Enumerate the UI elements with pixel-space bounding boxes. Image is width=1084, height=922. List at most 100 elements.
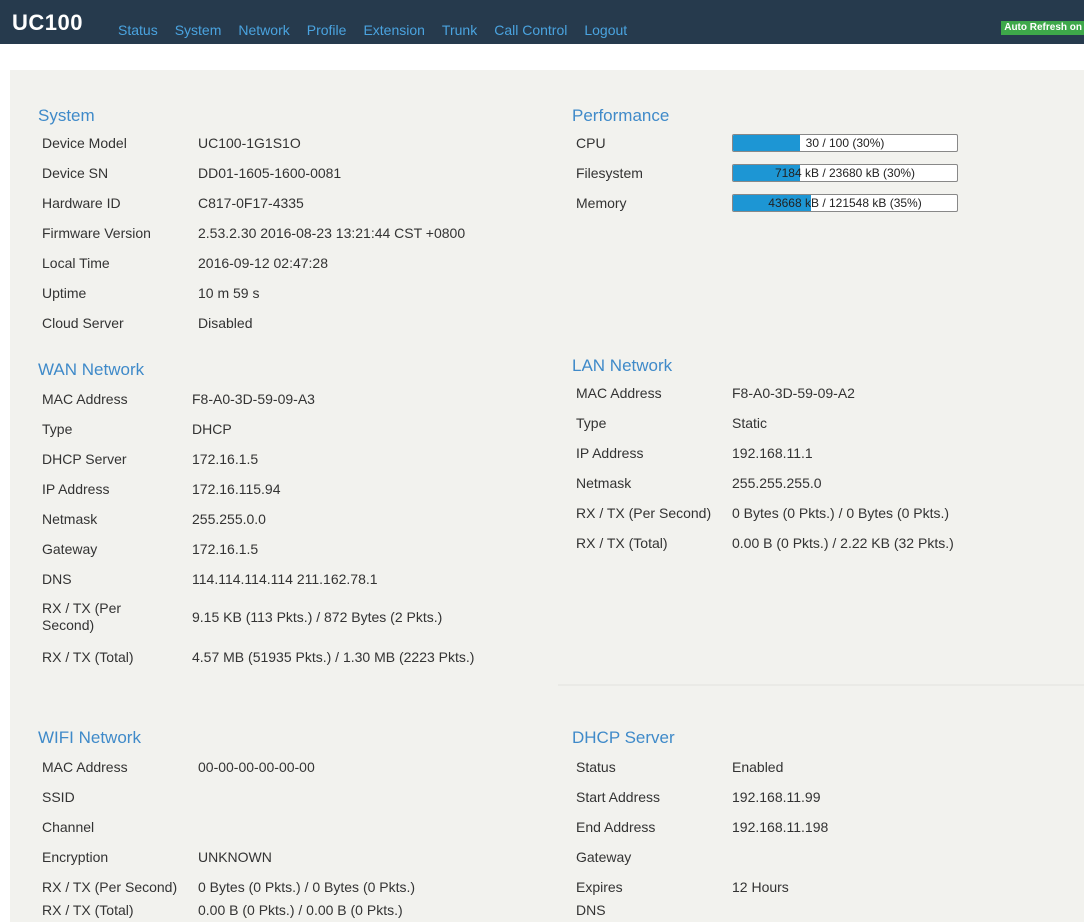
- nav-system[interactable]: System: [175, 22, 222, 38]
- lan-row: RX / TX (Per Second) 0 Bytes (0 Pkts.) /…: [576, 498, 1076, 528]
- performance-title: Performance: [572, 106, 670, 125]
- row-label: Cloud Server: [42, 315, 124, 331]
- row-label: RX / TX (Total): [576, 535, 668, 551]
- wan-row: RX / TX (Total) 4.57 MB (51935 Pkts.) / …: [42, 642, 552, 672]
- progress-text: 43668 kB / 121548 kB (35%): [768, 196, 922, 210]
- row-label: Netmask: [576, 475, 632, 491]
- wan-row: Gateway 172.16.1.5: [42, 534, 552, 564]
- row-value: DHCP: [192, 421, 232, 437]
- wifi-row: Encryption UNKNOWN: [42, 842, 552, 872]
- wifi-row: SSID: [42, 782, 552, 812]
- row-label: Hardware ID: [42, 195, 121, 211]
- row-label: End Address: [576, 819, 656, 835]
- wifi-panel: WIFI Network MAC Address 00-00-00-00-00-…: [38, 722, 558, 922]
- row-value: UNKNOWN: [198, 849, 272, 865]
- row-label: IP Address: [42, 481, 110, 497]
- row-value: DD01-1605-1600-0081: [198, 165, 342, 181]
- dhcp-row: Gateway: [576, 842, 1076, 872]
- system-row: Device Model UC100-1G1S1O: [42, 128, 552, 158]
- wan-row: MAC Address F8-A0-3D-59-09-A3: [42, 384, 552, 414]
- row-label: MAC Address: [576, 385, 662, 401]
- row-label: DNS: [576, 902, 606, 918]
- nav-logout[interactable]: Logout: [584, 22, 627, 38]
- nav-extension[interactable]: Extension: [363, 22, 424, 38]
- row-value: 114.114.114.114 211.162.78.1: [192, 571, 378, 587]
- row-value: 172.16.1.5: [192, 541, 259, 557]
- dhcp-row: End Address 192.168.11.198: [576, 812, 1076, 842]
- cpu-progress-bar: 30 / 100 (30%): [732, 134, 958, 152]
- wan-panel: WAN Network MAC Address F8-A0-3D-59-09-A…: [38, 354, 558, 684]
- nav-trunk[interactable]: Trunk: [442, 22, 477, 38]
- dhcp-panel: DHCP Server Status Enabled Start Address…: [572, 722, 1084, 922]
- row-label: Channel: [42, 819, 95, 835]
- row-label: Status: [576, 759, 616, 775]
- lan-row: RX / TX (Total) 0.00 B (0 Pkts.) / 2.22 …: [576, 528, 1076, 558]
- top-navbar: UC100 Status System Network Profile Exte…: [0, 0, 1084, 44]
- status-content: System Device Model UC100-1G1S1O Device …: [10, 70, 1084, 922]
- row-value: 255.255.255.0: [732, 475, 822, 491]
- row-label: Type: [576, 415, 607, 431]
- row-value: 2.53.2.30 2016-08-23 13:21:44 CST +0800: [198, 225, 466, 241]
- row-label: Local Time: [42, 255, 110, 271]
- row-label: Type: [42, 421, 73, 437]
- row-value: F8-A0-3D-59-09-A3: [192, 391, 315, 407]
- nav-profile[interactable]: Profile: [307, 22, 347, 38]
- system-row: Firmware Version 2.53.2.30 2016-08-23 13…: [42, 218, 552, 248]
- wifi-row: MAC Address 00-00-00-00-00-00: [42, 752, 552, 782]
- brand-logo[interactable]: UC100: [12, 10, 83, 36]
- row-label: Encryption: [42, 849, 109, 865]
- row-value: 0.00 B (0 Pkts.) / 2.22 KB (32 Pkts.): [732, 535, 954, 551]
- wan-row: Type DHCP: [42, 414, 552, 444]
- row-label: Start Address: [576, 789, 661, 805]
- right-lower-divider: [558, 684, 1084, 686]
- wan-row: IP Address 172.16.115.94: [42, 474, 552, 504]
- row-value: 4.57 MB (51935 Pkts.) / 1.30 MB (2223 Pk…: [192, 649, 475, 665]
- lan-row: Netmask 255.255.255.0: [576, 468, 1076, 498]
- nav-status[interactable]: Status: [118, 22, 158, 38]
- lan-row: IP Address 192.168.11.1: [576, 438, 1076, 468]
- row-label: IP Address: [576, 445, 644, 461]
- lan-row: MAC Address F8-A0-3D-59-09-A2: [576, 378, 1076, 408]
- wan-row: RX / TX (Per Second) 9.15 KB (113 Pkts.)…: [42, 600, 552, 636]
- row-label: Firmware Version: [42, 225, 151, 241]
- row-label: SSID: [42, 789, 75, 805]
- row-value: 192.168.11.99: [732, 789, 821, 805]
- row-label: Device SN: [42, 165, 109, 181]
- progress-text: 30 / 100 (30%): [805, 136, 885, 150]
- system-row: Local Time 2016-09-12 02:47:28: [42, 248, 552, 278]
- row-value: Disabled: [198, 315, 253, 331]
- row-label: MAC Address: [42, 759, 128, 775]
- dhcp-row: DNS: [576, 898, 1076, 922]
- auto-refresh-toggle[interactable]: Auto Refresh on: [1001, 21, 1084, 35]
- row-value: 172.16.115.94: [192, 481, 281, 497]
- row-value: UC100-1G1S1O: [198, 135, 301, 151]
- wan-title: WAN Network: [38, 360, 145, 379]
- row-label: RX / TX (Per Second): [576, 505, 712, 521]
- row-value: 0 Bytes (0 Pkts.) / 0 Bytes (0 Pkts.): [732, 505, 950, 521]
- nav-network[interactable]: Network: [238, 22, 289, 38]
- row-label: RX / TX (Total): [42, 649, 134, 665]
- nav-call-control[interactable]: Call Control: [494, 22, 567, 38]
- row-value: 255.255.0.0: [192, 511, 266, 527]
- system-row: Device SN DD01-1605-1600-0081: [42, 158, 552, 188]
- system-row: Uptime 10 m 59 s: [42, 278, 552, 308]
- row-label: RX / TX (Per Second): [42, 600, 122, 633]
- dhcp-row: Status Enabled: [576, 752, 1076, 782]
- lan-title: LAN Network: [572, 356, 673, 375]
- row-value: 192.168.11.1: [732, 445, 813, 461]
- wifi-row: Channel: [42, 812, 552, 842]
- row-label: Device Model: [42, 135, 127, 151]
- row-label: Gateway: [42, 541, 98, 557]
- row-label: Memory: [576, 195, 627, 211]
- wan-row: DNS 114.114.114.114 211.162.78.1: [42, 564, 552, 594]
- row-label: CPU: [576, 135, 606, 151]
- row-value: Enabled: [732, 759, 784, 775]
- row-label: DNS: [42, 571, 72, 587]
- progress-text: 7184 kB / 23680 kB (30%): [774, 166, 916, 180]
- system-row: Cloud Server Disabled: [42, 308, 552, 338]
- wan-row: DHCP Server 172.16.1.5: [42, 444, 552, 474]
- wifi-row: RX / TX (Total) 0.00 B (0 Pkts.) / 0.00 …: [42, 898, 552, 922]
- memory-progress-bar: 43668 kB / 121548 kB (35%): [732, 194, 958, 212]
- row-label: Filesystem: [576, 165, 643, 181]
- wan-row: Netmask 255.255.0.0: [42, 504, 552, 534]
